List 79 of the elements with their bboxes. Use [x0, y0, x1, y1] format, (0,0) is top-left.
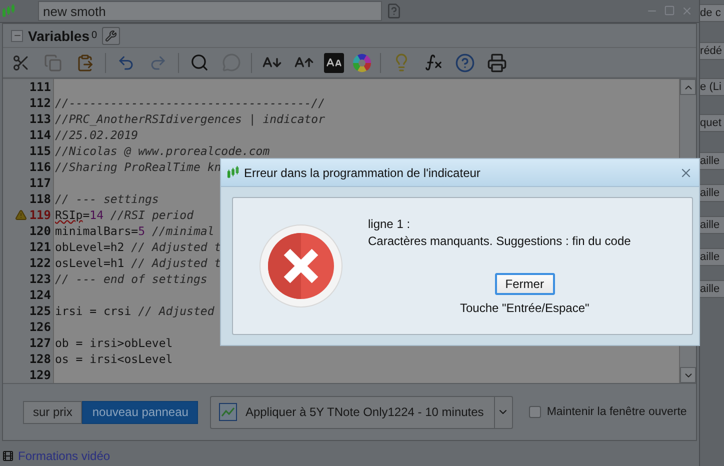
line-number: 123: [29, 272, 51, 286]
line-number: 115: [29, 144, 51, 158]
error-message: Caractères manquants. Suggestions : fin du code: [368, 234, 631, 248]
line-number: 113: [29, 112, 51, 126]
line-number: 126: [29, 320, 51, 334]
code-line: // --- end of settings: [55, 272, 208, 286]
code-line: //-----------------------------------//: [55, 96, 326, 110]
target-button[interactable]: nouveau panneau: [82, 400, 198, 424]
undo-icon[interactable]: [117, 54, 135, 72]
line-number: 122: [29, 256, 51, 270]
redo-icon[interactable]: [149, 54, 167, 72]
side-item: aille: [700, 184, 724, 202]
code-line: //Nicolas @ www.prorealcode.com: [55, 144, 270, 158]
maximize-icon[interactable]: [664, 5, 676, 16]
side-item: rédé: [700, 42, 724, 60]
line-number: 124: [29, 288, 51, 302]
variables-count: 0: [92, 30, 98, 41]
candlestick-icon: [2, 4, 16, 18]
chart-icon: [219, 403, 238, 421]
error-icon: [258, 224, 342, 308]
line-number: 127: [29, 336, 51, 350]
code-line: osLevel=h1 // Adjusted t: [55, 256, 222, 270]
paste-icon[interactable]: [76, 54, 94, 72]
line-number: 118: [29, 192, 51, 206]
cut-icon[interactable]: [12, 54, 30, 72]
film-icon: [2, 450, 14, 462]
line-number: 112: [29, 96, 51, 110]
line-number: 129: [29, 368, 51, 382]
candlestick-icon: [227, 166, 240, 179]
code-line: os = irsi<osLevel: [55, 352, 173, 366]
code-line: irsi = crsi // Adjusted: [55, 304, 214, 318]
code-line: RSIp=14 //RSI period: [55, 208, 194, 222]
document-question-icon[interactable]: [386, 3, 402, 19]
line-number: 111: [29, 80, 51, 94]
line-number: 116: [29, 160, 51, 174]
target-button[interactable]: sur prix: [23, 400, 82, 424]
shortcut-hint: Touche "Entrée/Espace": [460, 301, 590, 315]
line-number: 114: [29, 128, 51, 142]
error-line: ligne 1 :: [368, 217, 410, 231]
code-line: //PRC_AnotherRSIdivergences | indicator: [55, 112, 326, 126]
printer-icon[interactable]: [487, 52, 507, 72]
keep-open-checkbox[interactable]: [528, 406, 541, 418]
scroll-up-button[interactable]: [680, 79, 696, 95]
code-line: //Sharing ProRealTime kn: [55, 160, 222, 174]
close-button[interactable]: Fermer: [494, 273, 555, 295]
side-item: e (Li: [700, 78, 724, 96]
function-icon[interactable]: [424, 53, 442, 72]
code-line: // --- settings: [55, 192, 159, 206]
wrench-icon: [105, 30, 118, 42]
line-number: 128: [29, 352, 51, 366]
side-item: aille: [700, 216, 724, 234]
code-line: obLevel=h2 // Adjusted t: [55, 240, 222, 254]
code-line: minimalBars=5 //minimal: [55, 224, 214, 238]
code-line: ob = irsi>obLevel: [55, 336, 173, 350]
video-link[interactable]: Formations vidéo: [18, 449, 110, 463]
scroll-down-button[interactable]: [680, 367, 696, 383]
code-line: //25.02.2019: [55, 128, 138, 142]
color-wheel-icon[interactable]: [352, 52, 372, 72]
search-icon[interactable]: [190, 53, 208, 72]
line-number: 121: [29, 240, 51, 254]
line-number: 117: [29, 176, 51, 190]
keep-open-label: Maintenir la fenêtre ouverte: [546, 406, 687, 418]
line-number: 119: [29, 208, 51, 222]
dialog-title: Erreur dans la programmation de l'indicateur: [244, 166, 480, 180]
wrench-button[interactable]: [102, 26, 120, 44]
line-number: 120: [29, 224, 51, 238]
font-case-button[interactable]: [324, 52, 344, 72]
name-field[interactable]: new smoth: [38, 1, 382, 21]
side-item: de c: [700, 4, 724, 22]
close-icon[interactable]: [681, 5, 694, 17]
collapse-toggle[interactable]: [11, 30, 23, 42]
side-item: quet: [700, 114, 724, 132]
help-icon[interactable]: [455, 52, 475, 72]
copy-icon[interactable]: [44, 54, 62, 72]
line-number: 125: [29, 304, 51, 318]
side-item: aille: [700, 152, 724, 170]
side-item: aille: [700, 248, 724, 266]
variables-label: Variables: [28, 28, 90, 44]
side-item: aille: [700, 280, 724, 298]
